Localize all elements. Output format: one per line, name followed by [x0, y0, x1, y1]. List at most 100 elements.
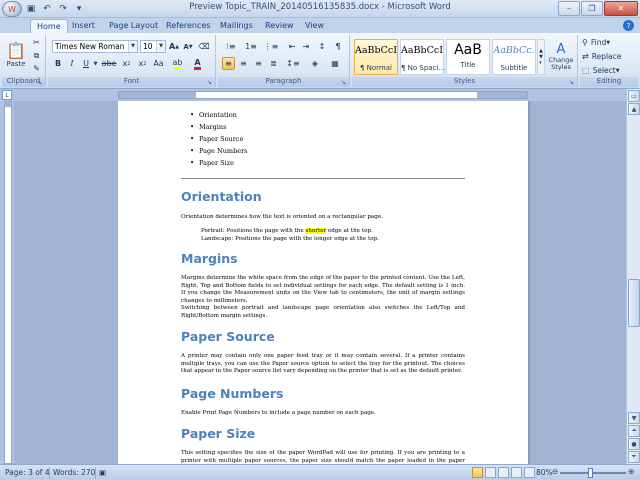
select-browse-object-icon[interactable]: ● [628, 438, 640, 450]
tab-view[interactable]: View [299, 19, 330, 33]
paragraph-launcher-icon[interactable]: ↘ [341, 79, 348, 86]
styles-group-label: Styles [352, 77, 577, 87]
bullets-icon[interactable]: ⁝≡ [222, 40, 240, 53]
horizontal-ruler[interactable] [118, 91, 528, 99]
proofing-icon[interactable]: ▣ [99, 468, 106, 477]
font-group-label: Font [48, 77, 215, 87]
shrink-font-icon[interactable]: A ▼ [182, 40, 194, 53]
next-page-icon[interactable]: ⏷ [628, 451, 640, 463]
change-styles-button[interactable]: A Change Styles [547, 36, 575, 76]
font-group: Times New Roman ▼ 10 ▼ A ▲ A ▼ ⌫ B I U ▼ a… [48, 35, 216, 87]
numbering-icon[interactable]: 1≡ [242, 40, 260, 53]
paste-button[interactable]: 📋 Paste [4, 37, 28, 71]
zoom-level[interactable]: 80% [536, 468, 553, 477]
chevron-down-icon[interactable]: ▼ [92, 57, 99, 70]
shading-icon[interactable]: ◈ [306, 57, 324, 70]
page-count[interactable]: Page: 3 of 4 [5, 468, 50, 477]
previous-page-icon[interactable]: ⏶ [628, 425, 640, 437]
tab-page-layout[interactable]: Page Layout [103, 19, 164, 33]
list-item: Page Numbers [181, 145, 465, 157]
clipboard-launcher-icon[interactable]: ↘ [37, 79, 44, 86]
scroll-down-icon[interactable]: ▼ [628, 412, 640, 424]
align-left-button[interactable]: ≡ [222, 57, 235, 70]
web-layout-view-icon[interactable] [498, 467, 509, 478]
align-center-button[interactable]: ≡ [237, 57, 250, 70]
zoom-out-icon[interactable]: ⊖ [552, 467, 558, 476]
find-button[interactable]: ⚲ Find ▼ [582, 36, 636, 49]
restore-button[interactable]: ❐ [581, 1, 603, 16]
justify-button[interactable]: ≣ [267, 57, 280, 70]
close-button[interactable]: ✕ [604, 1, 638, 16]
styles-group: AaBbCcI ¶ Normal AaBbCcI ¶ No Spaci... A… [352, 35, 578, 87]
chevron-down-icon: ▼ [128, 41, 137, 52]
strikethrough-button[interactable]: abe [102, 57, 117, 70]
paragraph-landscape: Landscape: Positions the page with the l… [201, 236, 379, 242]
paragraph: Enable Print Page Numbers to include a p… [181, 410, 376, 416]
line-spacing-icon[interactable]: ↕≡ [284, 57, 302, 70]
scroll-up-icon[interactable]: ▲ [628, 103, 640, 115]
word-count[interactable]: Words: 270 [53, 468, 95, 477]
show-formatting-icon[interactable]: ¶ [332, 40, 344, 53]
paragraph: Switching between portrait and landscape… [181, 305, 465, 319]
copy-icon[interactable]: ⧉ [30, 49, 43, 62]
grow-font-icon[interactable]: A ▲ [168, 40, 180, 53]
superscript-button[interactable]: x2 [136, 57, 149, 70]
ruler-toggle-icon[interactable]: ▭ [628, 90, 640, 102]
format-painter-icon[interactable]: ✎ [30, 62, 43, 75]
vertical-scrollbar[interactable]: ▭ ▲ ▼ ⏶ ● ⏷ [626, 89, 640, 464]
window-title: Preview Topic_TRAIN_20140516135835.docx … [189, 2, 451, 12]
zoom-in-icon[interactable]: ⊕ [628, 467, 634, 476]
window-controls: – ❐ ✕ [558, 1, 638, 16]
paragraph-group: ⁝≡ 1≡ ⋮≡ ⇤ ⇥ ↕ ¶ ≡ ≡ ≡ ≣ ↕≡ ◈ ▦ Paragrap… [218, 35, 350, 87]
tab-references[interactable]: References [160, 19, 216, 33]
font-name-combo[interactable]: Times New Roman ▼ [52, 40, 138, 53]
tab-insert[interactable]: Insert [66, 19, 101, 33]
tab-home[interactable]: Home [30, 19, 68, 33]
document-page[interactable]: Orientation Margins Paper Source Page Nu… [118, 101, 528, 464]
increase-indent-icon[interactable]: ⇥ [300, 40, 312, 53]
styles-launcher-icon[interactable]: ↘ [569, 79, 576, 86]
draft-view-icon[interactable] [524, 467, 535, 478]
status-separator [95, 467, 96, 479]
zoom-slider-handle[interactable] [588, 468, 593, 478]
chevron-down-icon: ▼ [156, 41, 165, 52]
sort-icon[interactable]: ↕ [316, 40, 328, 53]
tab-mailings[interactable]: Mailings [214, 19, 259, 33]
font-color-button[interactable]: A [190, 57, 205, 70]
select-button[interactable]: ⬚ Select ▼ [582, 64, 636, 77]
bold-button[interactable]: B [52, 57, 64, 70]
zoom-slider[interactable] [560, 472, 626, 474]
tab-review[interactable]: Review [259, 19, 300, 33]
help-icon[interactable]: ? [623, 20, 634, 31]
tab-selector-icon[interactable]: L [2, 90, 12, 100]
style-title[interactable]: AaB Title [446, 39, 490, 75]
outline-view-icon[interactable] [511, 467, 522, 478]
style-no-spacing[interactable]: AaBbCcI ¶ No Spaci... [400, 39, 445, 75]
vertical-ruler[interactable] [0, 101, 14, 464]
font-size-combo[interactable]: 10 ▼ [140, 40, 166, 53]
cut-icon[interactable]: ✂ [30, 36, 43, 49]
highlight-button[interactable]: ab [170, 57, 185, 70]
replace-button[interactable]: ⇄ Replace [582, 50, 636, 63]
styles-scroll[interactable]: ▲ ▼ ▾ [537, 39, 545, 75]
multilevel-list-icon[interactable]: ⋮≡ [262, 40, 280, 53]
full-screen-reading-view-icon[interactable] [485, 467, 496, 478]
change-case-button[interactable]: Aa [152, 57, 165, 70]
print-layout-view-icon[interactable] [472, 467, 483, 478]
underline-button[interactable]: U [80, 57, 92, 70]
list-item: Margins [181, 121, 465, 133]
ribbon: 📋 Paste ✂ ⧉ ✎ Clipboard ↘ Times New Roma… [0, 33, 640, 89]
borders-icon[interactable]: ▦ [326, 57, 344, 70]
subscript-button[interactable]: x2 [120, 57, 133, 70]
decrease-indent-icon[interactable]: ⇤ [286, 40, 298, 53]
style-subtitle[interactable]: AaBbCc. Subtitle [492, 39, 536, 75]
minimize-button[interactable]: – [558, 1, 580, 16]
editing-group: ⚲ Find ▼ ⇄ Replace ⬚ Select ▼ Editing [580, 35, 638, 87]
font-launcher-icon[interactable]: ↘ [207, 79, 214, 86]
ruler-area: L [0, 89, 640, 101]
italic-button[interactable]: I [66, 57, 78, 70]
scroll-thumb[interactable] [628, 279, 640, 327]
align-right-button[interactable]: ≡ [252, 57, 265, 70]
style-normal[interactable]: AaBbCcI ¶ Normal [354, 39, 398, 75]
clear-formatting-icon[interactable]: ⌫ [198, 40, 210, 53]
